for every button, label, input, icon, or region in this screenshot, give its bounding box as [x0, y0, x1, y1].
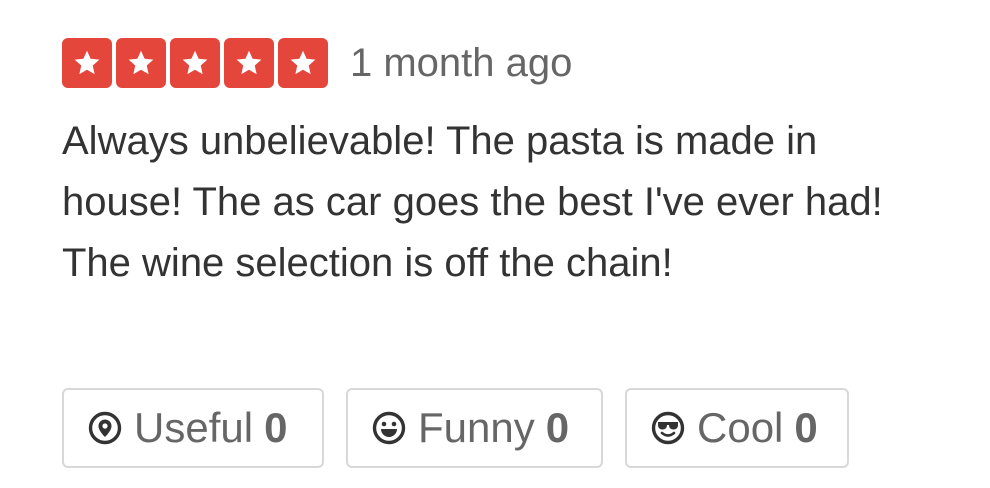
star-icon [62, 38, 112, 88]
funny-button[interactable]: Funny 0 [346, 388, 603, 468]
review-actions: Useful 0 Funny 0 Cool 0 [62, 388, 849, 468]
cool-button[interactable]: Cool 0 [625, 388, 849, 468]
cool-icon [651, 411, 685, 445]
cool-count: 0 [794, 404, 818, 451]
star-icon [278, 38, 328, 88]
funny-label: Funny [418, 404, 535, 451]
funny-icon [372, 411, 406, 445]
rating-row: 1 month ago [62, 38, 962, 88]
star-icon [224, 38, 274, 88]
star-icon [170, 38, 220, 88]
cool-label: Cool [697, 404, 784, 451]
funny-count: 0 [545, 404, 570, 451]
useful-count: 0 [264, 404, 288, 451]
useful-icon [88, 411, 122, 445]
star-rating [62, 38, 328, 88]
star-icon [116, 38, 166, 88]
review-text: Always unbelievable! The pasta is made i… [62, 119, 883, 285]
useful-button[interactable]: Useful 0 [62, 388, 324, 468]
review-date: 1 month ago [350, 41, 573, 85]
review-card: 1 month ago Always unbelievable! The pas… [62, 38, 962, 294]
useful-label: Useful [134, 404, 254, 451]
